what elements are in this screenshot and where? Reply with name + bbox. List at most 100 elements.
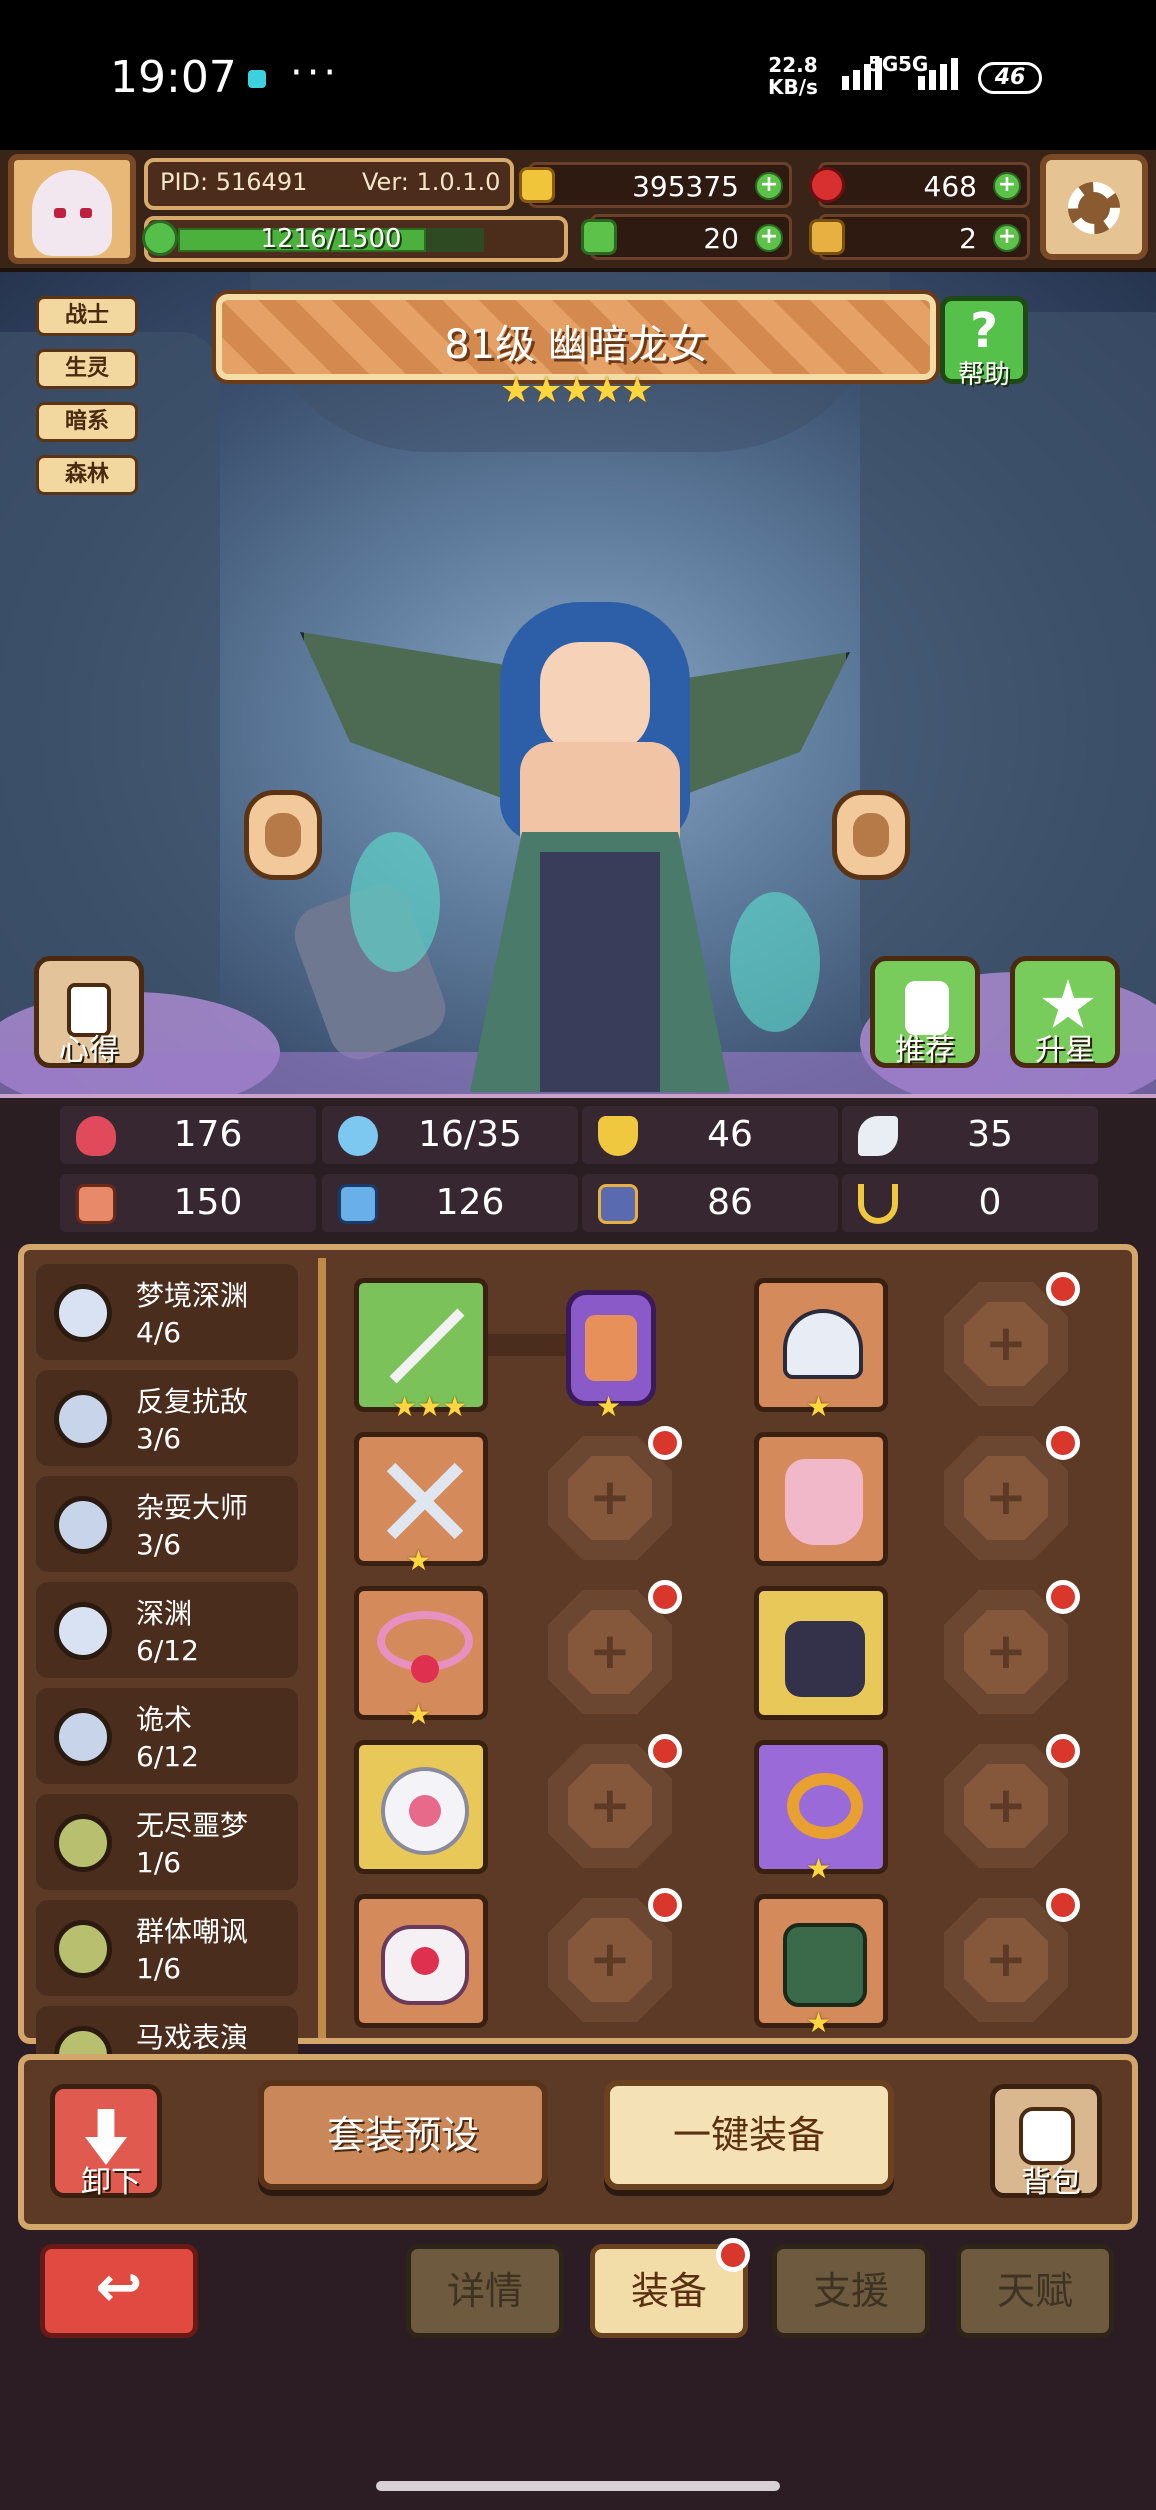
gear-icon [1068,182,1120,234]
gold-coin-icon [519,167,555,203]
stat-magic: 126 [322,1174,578,1232]
plus-icon: + [568,1764,652,1848]
set-dream-abyss-icon [54,1284,112,1342]
stat-attack: 150 [60,1174,316,1232]
set-preset-button[interactable]: 套装预设 [258,2080,548,2190]
tab-support[interactable]: 支援 [772,2244,930,2338]
notification-dot [716,2238,750,2272]
notification-dot [648,1734,682,1768]
stat-hp: 176 [60,1106,316,1164]
set-taunt-icon [54,1920,112,1978]
tips-button[interactable]: 心得 [34,956,144,1068]
notification-dot [1046,1272,1080,1306]
amulet-gem-icon [585,1315,637,1381]
hero-tag-race[interactable]: 生灵 [36,349,138,389]
list-item[interactable]: 群体嘲讽 1/6 [36,1900,298,1996]
unequip-button[interactable]: 卸下 [50,2084,162,2200]
gold-ring-icon [787,1773,863,1839]
stat-armor: 46 [582,1106,838,1164]
gem-counter[interactable]: 468 + [809,162,1030,208]
notification-dot [1046,1580,1080,1614]
key-counter[interactable]: 2 + [809,214,1030,260]
stat-mana: 16/35 [322,1106,578,1164]
star-up-button[interactable]: 升星 [1010,956,1120,1068]
plus-icon: + [964,1302,1048,1386]
plus-icon: + [964,1764,1048,1848]
plus-icon: + [964,1456,1048,1540]
tab-talent[interactable]: 天赋 [956,2244,1114,2338]
gloves-icon [783,1923,867,2007]
equip-slot-charm[interactable] [354,1740,488,1874]
plus-icon: + [568,1456,652,1540]
prev-hero-button[interactable] [244,790,322,880]
winged-helmet-icon [783,1309,863,1379]
tab-details[interactable]: 详情 [406,2244,564,2338]
set-trickery-icon [54,1708,112,1766]
plus-icon: + [568,1918,652,2002]
pink-dress-icon [785,1459,863,1545]
weapon-stars: ★★★ [392,1390,468,1423]
next-hero-button[interactable] [832,790,910,880]
add-gold-button[interactable]: + [755,172,783,200]
gold-counter[interactable]: 395375 + [519,162,792,208]
ring-star: ★ [806,1852,832,1885]
game-version: Ver: 1.0.1.0 [362,168,501,196]
notification-dot [1046,1734,1080,1768]
bag-button[interactable]: 背包 [990,2084,1102,2200]
clover-counter[interactable]: 20 + [581,214,792,260]
equip-slot-gem[interactable] [566,1290,656,1406]
spear-icon [389,1308,465,1384]
home-indicator[interactable] [376,2481,780,2491]
plus-icon: + [964,1918,1048,2002]
chevron-right-icon [853,813,889,857]
list-item[interactable]: 反复扰敌 3/6 [36,1370,298,1466]
notification-dot [648,1888,682,1922]
exp-text: 1216/1500 [260,224,402,254]
hero-tag-region[interactable]: 森林 [36,455,138,495]
set-juggler-icon [54,1496,112,1554]
list-item[interactable]: 诡术 6/12 [36,1688,298,1784]
empty-slot[interactable]: + [944,1436,1068,1560]
equip-slot-boots[interactable] [754,1586,888,1720]
set-nightmare-icon [54,1814,112,1872]
settings-button[interactable] [1040,154,1148,260]
add-gem-button[interactable]: + [993,172,1021,200]
empty-slot[interactable]: + [944,1590,1068,1714]
hero-flame-left [350,832,440,972]
list-item[interactable]: 梦境深渊 4/6 [36,1264,298,1360]
add-clover-button[interactable]: + [755,224,783,252]
hero-tag-element[interactable]: 暗系 [36,402,138,442]
game-screen: 19:07 ··· 22.8 KB/s 5G 5G 46 PID: 516491… [0,0,1156,2510]
hero-tag-class[interactable]: 战士 [36,296,138,336]
notification-dot [648,1580,682,1614]
panel-divider [318,1258,326,2038]
clock: 19:07 [110,52,237,103]
chevron-left-icon [265,813,301,857]
gem-star: ★ [596,1390,622,1423]
player-id: PID: 516491 [160,168,308,196]
socket-link [488,1334,570,1356]
list-item[interactable]: 杂耍大师 3/6 [36,1476,298,1572]
empty-slot[interactable]: + [944,1744,1068,1868]
recommend-button[interactable]: 推荐 [870,956,980,1068]
list-item[interactable]: 无尽噩梦 1/6 [36,1794,298,1890]
back-button[interactable]: ↩ [40,2244,198,2338]
set-bonus-list[interactable]: 梦境深渊 4/6 反复扰敌 3/6 杂耍大师 3/6 深渊 6/12 诡术 6/… [34,1258,302,2054]
empty-slot[interactable]: + [944,1898,1068,2022]
list-item[interactable]: 深渊 6/12 [36,1582,298,1678]
action-bar [18,2054,1138,2230]
empty-slot[interactable]: + [944,1282,1068,1406]
exp-clover-icon [142,220,178,256]
auto-equip-button[interactable]: 一键装备 [604,2080,894,2190]
stat-cards: 86 [582,1174,838,1232]
equip-slot-armor[interactable] [754,1432,888,1566]
notification-dot [1046,1426,1080,1460]
player-avatar[interactable] [8,154,136,264]
list-item[interactable]: 马戏表演 [36,2006,298,2054]
battery-icon: 46 [978,62,1042,94]
equip-slot-belt[interactable] [354,1894,488,2028]
notification-dot [648,1426,682,1460]
add-key-button[interactable]: + [993,224,1021,252]
signal-bars-1-icon [842,58,882,90]
boots-icon [785,1621,865,1697]
